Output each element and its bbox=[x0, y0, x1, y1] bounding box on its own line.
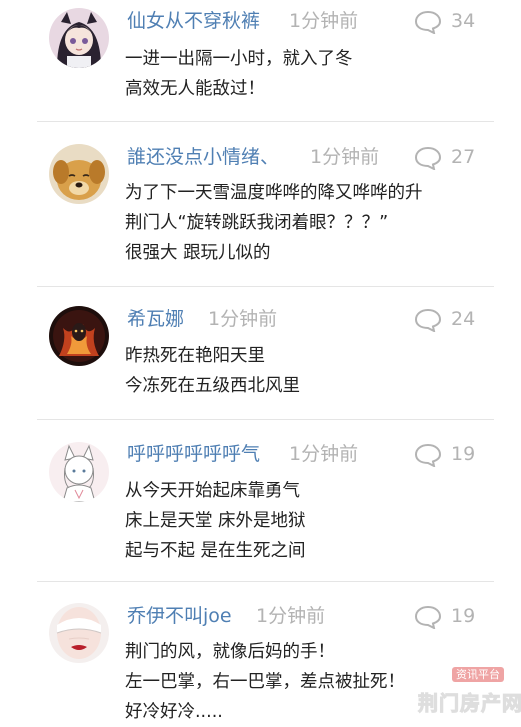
comment-body: 荆门的风，就像后妈的手！ 左一巴掌，右一巴掌，差点被扯死！ 好冷好冷..... bbox=[125, 637, 405, 727]
comment-username[interactable]: 仙女从不穿秋裤 bbox=[127, 9, 260, 33]
comment-bubble-icon[interactable] bbox=[414, 308, 442, 332]
comment-time: 1分钟前 bbox=[289, 443, 359, 465]
comment-text-line: 起与不起 是在生死之间 bbox=[125, 541, 306, 561]
comment-time: 1分钟前 bbox=[289, 10, 359, 32]
comment-body: 从今天开始起床靠勇气 床上是天堂 床外是地狱 起与不起 是在生死之间 bbox=[125, 476, 306, 566]
anime-girl-avatar[interactable] bbox=[49, 8, 109, 68]
reply-count: 19 bbox=[451, 605, 476, 627]
comment-time: 1分钟前 bbox=[310, 146, 380, 168]
reply-count: 34 bbox=[451, 10, 476, 32]
comment-bubble-icon[interactable] bbox=[414, 605, 442, 629]
masked-girl-avatar[interactable] bbox=[49, 603, 109, 663]
puppy-avatar[interactable] bbox=[49, 144, 109, 204]
comment-username[interactable]: 乔伊不叫joe bbox=[127, 604, 232, 628]
watermark-small-text: 资讯平台 bbox=[452, 667, 504, 682]
comment-text-line: 为了下一天雪温度哗哗的降又哗哗的升 bbox=[125, 183, 423, 203]
fox-boy-avatar[interactable] bbox=[49, 442, 109, 502]
comment-username[interactable]: 呼呼呼呼呼呼气 bbox=[127, 442, 260, 466]
comment-body: 为了下一天雪温度哗哗的降又哗哗的升 荆门人“旋转跳跃我闭着眼？？？” 很强大 跟… bbox=[125, 178, 423, 268]
comment-bubble-icon[interactable] bbox=[414, 146, 442, 170]
comment-time: 1分钟前 bbox=[208, 308, 278, 330]
comment-text-line: 很强大 跟玩儿似的 bbox=[125, 243, 271, 263]
divider bbox=[37, 419, 494, 420]
comment-text-line: 床上是天堂 床外是地狱 bbox=[125, 511, 306, 531]
comment-text-line: 左一巴掌，右一巴掌，差点被扯死！ bbox=[125, 672, 405, 692]
divider bbox=[37, 121, 494, 122]
divider bbox=[37, 286, 494, 287]
comment-text-line: 荆门人“旋转跳跃我闭着眼？？？” bbox=[125, 213, 389, 233]
comment-text-line: 高效无人能敌过！ bbox=[125, 79, 265, 99]
comment-text-line: 从今天开始起床靠勇气 bbox=[125, 481, 300, 501]
comment-list: 仙女从不穿秋裤 1分钟前 34 一进一出隔一小时，就入了冬 高效无人能敌过！ 誰 bbox=[0, 0, 521, 725]
reply-count: 19 bbox=[451, 443, 476, 465]
comment-text-line: 荆门的风，就像后妈的手！ bbox=[125, 642, 335, 662]
comment-text-line: 昨热死在艳阳天里 bbox=[125, 346, 265, 366]
reply-count: 27 bbox=[451, 146, 476, 168]
reply-count: 24 bbox=[451, 308, 476, 330]
divider bbox=[37, 581, 494, 582]
comment-username[interactable]: 希瓦娜 bbox=[127, 307, 184, 331]
comment-text-line: 今冻死在五级西北风里 bbox=[125, 376, 300, 396]
fire-warrior-avatar[interactable] bbox=[49, 306, 109, 366]
comment-body: 一进一出隔一小时，就入了冬 高效无人能敌过！ bbox=[125, 44, 353, 104]
comment-time: 1分钟前 bbox=[256, 605, 326, 627]
comment-bubble-icon[interactable] bbox=[414, 10, 442, 34]
comment-bubble-icon[interactable] bbox=[414, 443, 442, 467]
comment-text-line: 一进一出隔一小时，就入了冬 bbox=[125, 49, 353, 69]
comment-text-line: 好冷好冷..... bbox=[125, 702, 223, 722]
site-watermark: 资讯平台 荆门房产网 bbox=[418, 663, 521, 725]
comment-username[interactable]: 誰还没点小情绪、 bbox=[127, 145, 279, 169]
comment-body: 昨热死在艳阳天里 今冻死在五级西北风里 bbox=[125, 341, 300, 401]
watermark-big-text: 荆门房产网 bbox=[418, 691, 521, 716]
